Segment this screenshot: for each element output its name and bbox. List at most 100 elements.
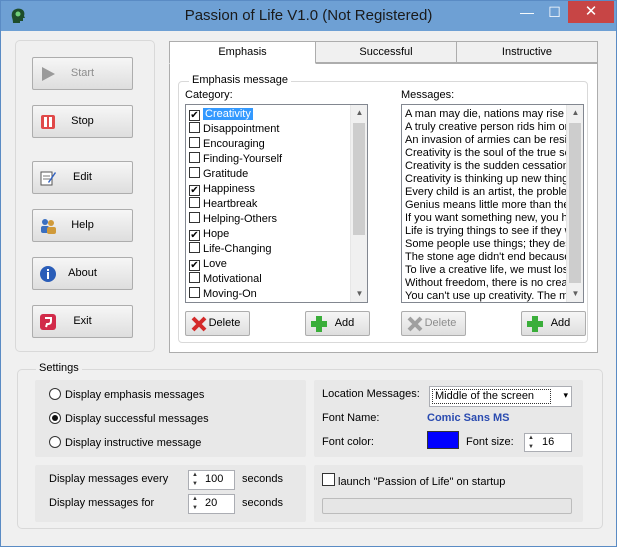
checkbox-icon[interactable] <box>322 473 335 486</box>
font-name-link[interactable]: Comic Sans MS <box>427 412 510 424</box>
message-item[interactable]: Life is trying things to see if they w <box>405 225 573 238</box>
exit-button[interactable]: Exit <box>32 305 133 338</box>
radio-icon[interactable] <box>49 436 61 448</box>
interval-spinner[interactable]: ▲ ▼ 100 <box>188 470 235 490</box>
message-item[interactable]: Genius means little more than the f <box>405 199 576 212</box>
checkbox-icon[interactable] <box>189 242 200 253</box>
category-item[interactable]: ✔ Creativity <box>189 107 253 122</box>
category-item[interactable]: Gratitude <box>189 167 248 182</box>
category-item[interactable]: Motivational <box>189 272 262 287</box>
message-item[interactable]: A man may die, nations may rise ar <box>405 108 577 121</box>
emphasis-group: Emphasis message Category: Messages: ✔ Cr… <box>178 74 588 343</box>
message-item[interactable]: An invasion of armies can be resist <box>405 134 576 147</box>
maximize-button[interactable]: ☐ <box>541 1 568 23</box>
checkbox-icon[interactable] <box>189 152 200 163</box>
message-item[interactable]: Some people use things; they dest <box>405 238 574 251</box>
checkbox-icon[interactable] <box>189 212 200 223</box>
spinner-arrows-icon[interactable]: ▲ ▼ <box>189 495 201 513</box>
message-item[interactable]: A truly creative person rids him or h <box>405 121 577 134</box>
close-button[interactable]: ✕ <box>568 1 614 23</box>
scroll-down-icon[interactable]: ▼ <box>567 286 583 302</box>
font-settings-panel: Location Messages: Middle of the screen … <box>314 380 583 457</box>
tab-emphasis[interactable]: Emphasis <box>169 41 316 64</box>
for-label: Display messages for <box>49 497 155 509</box>
message-item[interactable]: Creativity is the soul of the true sch <box>405 147 576 160</box>
category-item[interactable]: Encouraging <box>189 137 265 152</box>
checkbox-icon[interactable] <box>189 197 200 208</box>
checkbox-checked-icon[interactable]: ✔ <box>189 185 200 196</box>
startup-checkbox[interactable]: launch "Passion of Life" on startup <box>322 473 505 488</box>
tab-successful[interactable]: Successful <box>315 41 457 63</box>
about-label: About <box>68 267 97 279</box>
font-size-spinner[interactable]: ▲ ▼ 16 <box>524 433 572 452</box>
delete-category-button[interactable]: Delete <box>185 311 250 336</box>
category-item[interactable]: Helping-Others <box>189 212 277 227</box>
category-item[interactable]: Heartbreak <box>189 197 257 212</box>
duration-spinner[interactable]: ▲ ▼ 20 <box>188 494 235 514</box>
plus-icon <box>527 316 543 332</box>
help-button[interactable]: Help <box>32 209 133 242</box>
category-item[interactable]: ✔ Happiness <box>189 182 255 197</box>
checkbox-icon[interactable] <box>189 287 200 298</box>
chevron-down-icon[interactable]: ▾ <box>563 390 568 401</box>
start-button[interactable]: Start <box>32 57 133 90</box>
title-bar[interactable]: Passion of Life V1.0 (Not Registered) — … <box>1 1 616 31</box>
checkbox-checked-icon[interactable]: ✔ <box>189 260 200 271</box>
edit-label: Edit <box>73 171 92 183</box>
settings-group: Settings Display emphasis messages Displ… <box>17 362 603 529</box>
category-item[interactable]: Disappointment <box>189 122 279 137</box>
messages-list[interactable]: A man may die, nations may rise ar A tru… <box>401 104 584 303</box>
radio-icon[interactable] <box>49 388 61 400</box>
messages-scrollbar[interactable]: ▲ ▼ <box>566 105 583 302</box>
radio-selected-icon[interactable] <box>49 412 61 424</box>
checkbox-icon[interactable] <box>189 167 200 178</box>
checkbox-icon[interactable] <box>189 122 200 133</box>
category-item[interactable]: Moving-On <box>189 287 257 302</box>
spinner-arrows-icon[interactable]: ▲ ▼ <box>525 434 537 452</box>
add-message-button[interactable]: Add <box>521 311 586 336</box>
checkbox-icon[interactable] <box>189 137 200 148</box>
font-name-label: Font Name: <box>322 412 380 424</box>
message-item[interactable]: Every child is an artist, the problem <box>405 186 576 199</box>
message-item[interactable]: To live a creative life, we must lose <box>405 264 574 277</box>
checkbox-icon[interactable] <box>189 272 200 283</box>
about-button[interactable]: About <box>32 257 133 290</box>
message-item[interactable]: If you want something new, you ha <box>405 212 574 225</box>
message-item[interactable]: You can't use up creativity. The m <box>405 290 568 302</box>
category-item[interactable]: Life-Changing <box>189 242 272 257</box>
radio-successful[interactable]: Display successful messages <box>49 412 209 425</box>
category-item[interactable]: Finding-Yourself <box>189 152 282 167</box>
edit-button[interactable]: Edit <box>32 161 133 194</box>
scroll-up-icon[interactable]: ▲ <box>567 105 583 121</box>
messages-label: Messages: <box>401 89 455 101</box>
emphasis-tab-panel: Emphasis message Category: Messages: ✔ Cr… <box>169 63 598 353</box>
message-item[interactable]: Creativity is the sudden cessation o <box>405 160 578 173</box>
message-item[interactable]: Without freedom, there is no creati <box>405 277 573 290</box>
scroll-thumb[interactable] <box>569 123 581 283</box>
category-scrollbar[interactable]: ▲ ▼ <box>350 105 367 302</box>
radio-instructive[interactable]: Display instructive message <box>49 436 201 449</box>
message-item[interactable]: The stone age didn't end because <box>405 251 570 264</box>
category-item[interactable]: ✔ Love <box>189 257 227 272</box>
font-color-swatch[interactable] <box>427 431 459 449</box>
display-mode-panel: Display emphasis messages Display succes… <box>35 380 306 457</box>
exit-label: Exit <box>73 315 92 327</box>
location-select[interactable]: Middle of the screen ▾ <box>429 386 572 407</box>
minimize-button[interactable]: — <box>513 1 541 23</box>
emphasis-group-label: Emphasis message <box>189 74 291 86</box>
info-icon <box>40 266 56 282</box>
category-item[interactable]: ✔ Hope <box>189 227 229 242</box>
scroll-up-icon[interactable]: ▲ <box>351 105 367 121</box>
category-list[interactable]: ✔ Creativity Disappointment Encouraging F… <box>185 104 368 303</box>
tab-instructive[interactable]: Instructive <box>456 41 598 63</box>
checkbox-checked-icon[interactable]: ✔ <box>189 110 200 121</box>
spinner-arrows-icon[interactable]: ▲ ▼ <box>189 471 201 489</box>
stop-button[interactable]: Stop <box>32 105 133 138</box>
radio-emphasis[interactable]: Display emphasis messages <box>49 388 204 401</box>
checkbox-checked-icon[interactable]: ✔ <box>189 230 200 241</box>
scroll-down-icon[interactable]: ▼ <box>351 286 367 302</box>
message-item[interactable]: Creativity is thinking up new things <box>405 173 574 186</box>
delete-message-button[interactable]: Delete <box>401 311 466 336</box>
scroll-thumb[interactable] <box>353 123 365 235</box>
add-category-button[interactable]: Add <box>305 311 370 336</box>
